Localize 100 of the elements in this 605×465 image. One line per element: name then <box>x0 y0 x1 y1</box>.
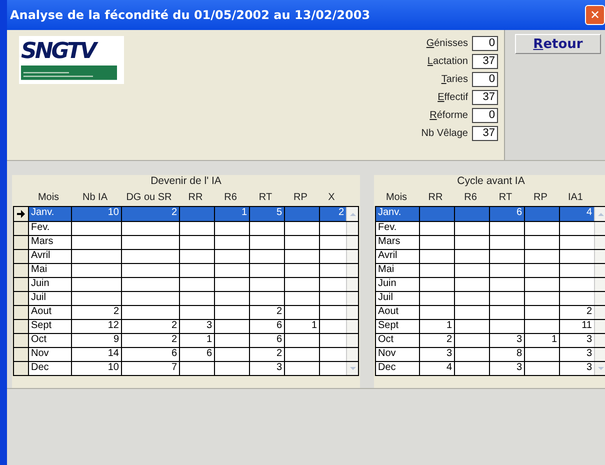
column-header: R6 <box>463 192 478 202</box>
table-cell-text: Sept <box>377 320 400 333</box>
down-arrow-icon <box>598 366 604 371</box>
table-cell: 2 <box>249 348 284 361</box>
table-row[interactable]: Nov 14 6 6 2 <box>14 347 358 361</box>
table-row[interactable]: Avril <box>376 249 605 263</box>
table-cell: 8 <box>489 348 524 361</box>
table-cell-text: Nov <box>377 348 397 361</box>
table-cell: 3 <box>489 362 524 375</box>
scroll-up-button[interactable] <box>346 207 358 221</box>
table-row[interactable]: Fev. <box>376 221 605 235</box>
column-header: Mois <box>384 192 408 202</box>
table-cell: 3 <box>179 320 214 333</box>
table-row[interactable]: Aout 2 <box>376 305 605 319</box>
column-header: Nb IA <box>81 192 108 202</box>
table-row[interactable]: Sept 12 2 3 6 1 <box>14 319 358 333</box>
table-row[interactable]: Oct 2 3 1 3 <box>376 333 605 347</box>
table-cell: Mars <box>28 236 71 249</box>
table-row[interactable]: Mai <box>376 263 605 277</box>
table-cell: 1 <box>214 207 249 221</box>
table-cell: 2 <box>121 320 179 333</box>
table-cell: 2 <box>419 334 454 347</box>
arrow-icon <box>17 210 25 218</box>
table-cell: 6 <box>179 348 214 361</box>
table-row[interactable]: Mai <box>14 263 358 277</box>
table-cell: Nov <box>28 348 71 361</box>
table-row[interactable]: Avril <box>14 249 358 263</box>
table-cell-text: Aout <box>377 306 400 319</box>
table-row[interactable]: Aout 2 2 <box>14 305 358 319</box>
close-button[interactable]: ✕ <box>585 5 605 25</box>
table-row[interactable]: Juil <box>14 291 358 305</box>
table-cell-text: Juin <box>377 278 398 291</box>
table-cell: 6 <box>249 320 284 333</box>
table-row[interactable]: Juin <box>376 277 605 291</box>
count-label: Taries <box>441 74 468 85</box>
table-row[interactable]: Janv. 10 2 1 5 2 <box>14 207 358 221</box>
count-field[interactable]: 0 <box>472 36 498 51</box>
group-title: Devenir de l' IA <box>150 175 222 188</box>
count-field[interactable]: 0 <box>472 108 498 123</box>
count-field[interactable]: 37 <box>472 90 498 105</box>
scroll-down-button[interactable] <box>346 362 358 375</box>
count-label: Réforme <box>430 110 468 121</box>
table-row[interactable]: Fev. <box>14 221 358 235</box>
count-field[interactable]: 37 <box>472 54 498 69</box>
table-cell: 2 <box>121 207 179 221</box>
table-cell: 6 <box>249 334 284 347</box>
column-header: RT <box>258 192 274 202</box>
table-cell: 1 <box>419 320 454 333</box>
table-cell-text: Oct <box>377 334 395 347</box>
column-header: DG ou SR <box>125 192 173 202</box>
row-selector[interactable] <box>14 207 28 221</box>
column-header: RR <box>427 192 444 202</box>
table-cell-text: Janv. <box>377 207 402 220</box>
count-label: Nb Vêlage <box>421 128 468 139</box>
table-cell: Dec <box>28 362 71 375</box>
table-cell-text: Mars <box>377 236 402 249</box>
count-label: Génisses <box>426 38 468 49</box>
table-cell: 10 <box>71 207 121 221</box>
table-cell: Oct <box>28 334 71 347</box>
table-cell-text: Fev. <box>377 222 398 235</box>
logo-band-icon <box>21 62 117 80</box>
table-cell: 9 <box>71 334 121 347</box>
table-row[interactable]: Sept 1 11 <box>376 319 605 333</box>
table-row[interactable]: Juin <box>14 277 358 291</box>
up-arrow-icon <box>350 212 356 216</box>
scroll-up-button[interactable] <box>594 207 605 221</box>
table-row[interactable]: Juil <box>376 291 605 305</box>
table-cell: Aout <box>28 306 71 319</box>
table-cell: 4 <box>419 362 454 375</box>
column-header: RR <box>187 192 204 202</box>
column-header: IA1 <box>566 192 584 202</box>
table-cell: 2 <box>121 334 179 347</box>
table-row[interactable]: Nov 3 8 3 <box>376 347 605 361</box>
table-row[interactable]: Dec 4 3 3 <box>376 361 605 375</box>
table-cell: Janv. <box>28 207 71 221</box>
table-row[interactable]: Dec 10 7 3 <box>14 361 358 375</box>
table-cell-text: Juil <box>377 292 394 305</box>
logo: SNGTV <box>19 36 124 84</box>
table-row[interactable]: Mars <box>14 235 358 249</box>
window-title: Analyse de la fécondité du 01/05/2002 au 13/02/2003 <box>10 8 370 22</box>
table-cell: Fev. <box>28 222 71 235</box>
count-field[interactable]: 37 <box>472 126 498 141</box>
table-cell-text: Dec <box>377 362 397 375</box>
table-cell: 2 <box>249 306 284 319</box>
table-row[interactable]: Mars <box>376 235 605 249</box>
table-cell: 6 <box>489 207 524 221</box>
table-cell: 10 <box>71 362 121 375</box>
table-cell: Juil <box>28 292 71 305</box>
retour-button[interactable]: Retour <box>515 34 601 54</box>
column-header: X <box>327 192 336 202</box>
count-field[interactable]: 0 <box>472 72 498 87</box>
table-cell: Sept <box>28 320 71 333</box>
table-row[interactable]: Janv. 6 4 <box>376 207 605 221</box>
table-cell: 12 <box>71 320 121 333</box>
table-cell: 3 <box>249 362 284 375</box>
table-row[interactable]: Oct 9 2 1 6 <box>14 333 358 347</box>
scroll-down-button[interactable] <box>594 362 605 375</box>
count-label: Effectif <box>438 92 468 103</box>
column-header: RT <box>498 192 514 202</box>
table-cell: 1 <box>524 334 559 347</box>
